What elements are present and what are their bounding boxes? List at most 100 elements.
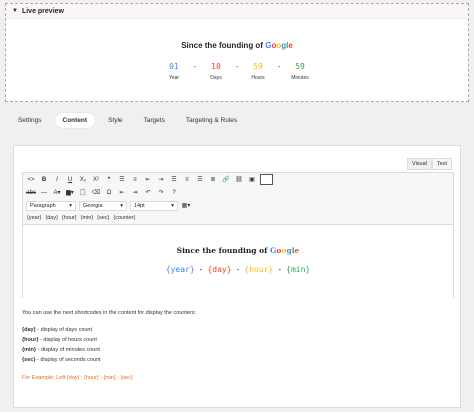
help-desc: - display of minutes count: [36, 347, 100, 353]
editor-heading-text: Since the founding of: [176, 246, 270, 255]
underline-icon[interactable]: U: [65, 175, 75, 185]
help-icon[interactable]: ?: [169, 188, 179, 198]
rich-text-editor: <> B I U X₂ X² ❝ ☰ ≡ ⇤ ⇥ ☰ ≡ ☰ ≣ 🔗 ⛓ ▣ a…: [22, 172, 454, 299]
help-intro: You can use the next shortcodes in the c…: [22, 310, 197, 316]
outdent2-icon[interactable]: ⇤: [117, 188, 127, 198]
help-code: {min}: [22, 347, 37, 353]
tab-targets[interactable]: Targets: [136, 113, 173, 128]
counter-value: 59: [253, 62, 263, 71]
live-preview-panel: ▼ Live preview Since the founding of Goo…: [5, 3, 469, 102]
align-center-icon[interactable]: ≡: [182, 175, 192, 185]
chevron-down-icon: ▾: [171, 202, 174, 209]
counter-label: Minutes: [291, 75, 309, 81]
help-item: {day} - display of days count: [22, 325, 196, 335]
brand-letter: e: [288, 41, 293, 50]
chevron-down-icon: ▾: [120, 202, 123, 209]
help-desc: - display of seconds count: [35, 357, 101, 363]
image-icon[interactable]: ▣: [247, 175, 257, 185]
counter-days: 10 Days: [202, 62, 230, 81]
table-icon[interactable]: ▦▾: [181, 201, 191, 211]
unlink-icon[interactable]: ⛓: [234, 175, 244, 185]
counter-label: Year: [168, 75, 180, 81]
code-separator: -: [198, 265, 204, 274]
code-hour: {hour}: [244, 265, 274, 274]
brand-letter: e: [294, 246, 300, 255]
counter-year: 01 Year: [160, 62, 188, 81]
align-right-icon[interactable]: ☰: [195, 175, 205, 185]
preview-heading: Since the founding of Google: [6, 41, 468, 50]
align-justify-icon[interactable]: ≣: [208, 175, 218, 185]
settings-tabs: Settings Content Style Targets Targeting…: [10, 113, 245, 128]
blockquote-icon[interactable]: ❝: [104, 175, 114, 185]
size-select[interactable]: 14pt ▾: [130, 200, 178, 211]
counter-label: Hours: [251, 75, 265, 81]
live-preview-header[interactable]: ▼ Live preview: [6, 4, 468, 19]
code-year: {year}: [165, 265, 195, 274]
counter-separator: -: [276, 62, 282, 71]
help-item: {hour} - display of hours count: [22, 335, 196, 345]
toolbar-row-3: Paragraph ▾ Georgia ▾ 14pt ▾ ▦▾: [23, 199, 453, 212]
preview-heading-text: Since the founding of: [181, 41, 266, 50]
shortcode-min[interactable]: {min}: [81, 215, 94, 221]
format-select-value: Paragraph: [30, 202, 56, 209]
redo-icon[interactable]: ↷: [156, 188, 166, 198]
tab-style[interactable]: Style: [100, 113, 130, 128]
help-item: {sec} - display of seconds count: [22, 355, 196, 365]
text-color-icon[interactable]: A▾: [52, 188, 62, 198]
counter-value: 59: [295, 62, 305, 71]
tab-visual[interactable]: Visual: [407, 158, 432, 170]
font-select[interactable]: Georgia ▾: [79, 200, 127, 211]
counter-separator: -: [234, 62, 240, 71]
countdown-counter: 01 Year - 10 Days - 59 Hours - 59 Minute…: [6, 62, 468, 81]
superscript-icon[interactable]: X²: [91, 175, 101, 185]
counter-minutes: 59 Minutes: [286, 62, 314, 81]
help-item: {min} - display of minutes count: [22, 345, 196, 355]
editor-content-area[interactable]: Since the founding of Google {year} - {d…: [23, 237, 453, 299]
tab-content[interactable]: Content: [54, 113, 96, 128]
shortcode-sec[interactable]: {sec}: [97, 215, 109, 221]
horizontal-line-icon[interactable]: —: [39, 188, 49, 198]
special-char-icon[interactable]: Ω: [104, 188, 114, 198]
shortcode-day[interactable]: {day}: [45, 215, 58, 221]
undo-icon[interactable]: ↶: [143, 188, 153, 198]
clear-format-icon[interactable]: ⌫: [91, 188, 101, 198]
toolbar-row-2: abc — A▾ ▆▾ 📋 ⌫ Ω ⇤ ⇥ ↶ ↷ ?: [23, 186, 453, 199]
background-color-icon[interactable]: ▆▾: [65, 188, 75, 198]
help-code: {hour}: [22, 337, 39, 343]
shortcode-hour[interactable]: {hour}: [62, 215, 77, 221]
bullet-list-icon[interactable]: ☰: [117, 175, 127, 185]
chevron-down-icon[interactable]: ▼: [12, 8, 18, 14]
tab-text[interactable]: Text: [431, 158, 452, 170]
counter-value: 10: [211, 62, 221, 71]
shortcode-counter[interactable]: {counter}: [113, 215, 135, 221]
strikethrough-icon[interactable]: abc: [26, 188, 36, 198]
indent-icon[interactable]: ⇥: [156, 175, 166, 185]
editor-shortcode-line: {year} - {day} - {hour} - {min}: [23, 265, 453, 274]
help-code: {day}: [22, 327, 36, 333]
outdent-icon[interactable]: ⇤: [143, 175, 153, 185]
tab-settings[interactable]: Settings: [10, 113, 50, 128]
live-preview-title: Live preview: [21, 7, 64, 15]
content-panel: Visual Text <> B I U X₂ X² ❝ ☰ ≡ ⇤ ⇥ ☰ ≡…: [13, 145, 461, 408]
counter-label: Days: [210, 75, 222, 81]
font-select-value: Georgia: [83, 202, 103, 209]
shortcode-buttons: {year} {day} {hour} {min} {sec} {counter…: [23, 212, 453, 225]
tab-targeting-rules[interactable]: Targeting & Rules: [178, 113, 245, 128]
indent2-icon[interactable]: ⇥: [130, 188, 140, 198]
shortcode-year[interactable]: {year}: [27, 215, 41, 221]
numbered-list-icon[interactable]: ≡: [130, 175, 140, 185]
size-select-value: 14pt: [134, 202, 145, 209]
subscript-icon[interactable]: X₂: [78, 175, 88, 185]
format-select[interactable]: Paragraph ▾: [26, 200, 76, 211]
bold-icon[interactable]: B: [39, 175, 49, 185]
italic-icon[interactable]: I: [52, 175, 62, 185]
help-desc: - display of days count: [35, 327, 93, 333]
color-swatch[interactable]: [260, 174, 273, 185]
paste-text-icon[interactable]: 📋: [78, 188, 88, 198]
chevron-down-icon: ▾: [69, 202, 72, 209]
code-icon[interactable]: <>: [26, 175, 36, 185]
help-desc: - display of hours count: [38, 337, 97, 343]
editor-mode-tabs: Visual Text: [407, 158, 452, 170]
link-icon[interactable]: 🔗: [221, 175, 231, 185]
align-left-icon[interactable]: ☰: [169, 175, 179, 185]
